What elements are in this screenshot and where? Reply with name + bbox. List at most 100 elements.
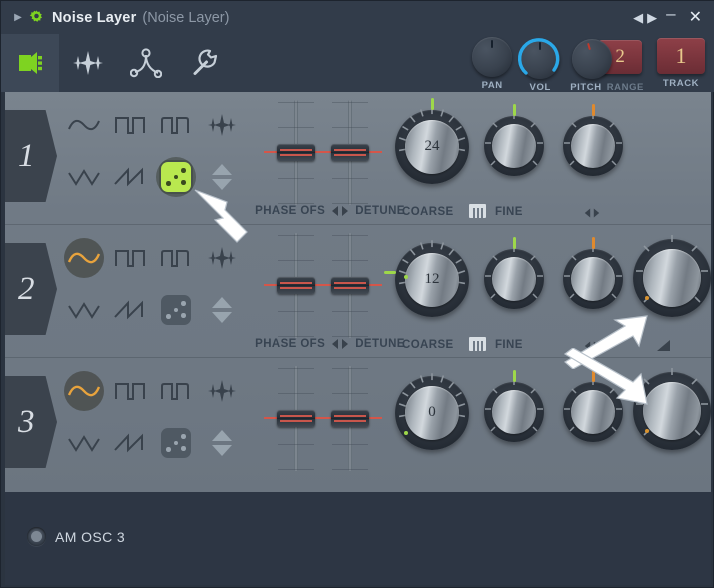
close-button[interactable]: ✕ <box>683 9 706 26</box>
pan-icon <box>584 341 600 351</box>
dice-icon[interactable] <box>161 295 191 325</box>
waveform-square-2[interactable] <box>107 235 153 281</box>
pitch-knob[interactable] <box>572 39 613 79</box>
nav-next-button[interactable]: ▶ <box>645 11 659 24</box>
slider-handle[interactable] <box>331 144 369 161</box>
am-osc3-toggle[interactable]: AM OSC 3 <box>27 527 125 546</box>
coarse-value: 24 <box>424 138 440 154</box>
waveform-pulse-3[interactable] <box>153 368 199 414</box>
detune-slider-1[interactable] <box>318 100 382 205</box>
phase-ofs-slider-1[interactable] <box>264 100 328 205</box>
waveform-saw-2[interactable] <box>107 287 153 333</box>
window-title: Noise Layer <box>52 9 137 26</box>
slider-handle[interactable] <box>277 144 315 161</box>
waveform-noise-1[interactable] <box>199 102 245 148</box>
waveform-pulse-2[interactable] <box>153 235 199 281</box>
pitch-range-control[interactable]: 2 PITCH RANGE <box>570 37 644 93</box>
detune-slider-2[interactable] <box>318 233 382 338</box>
plug-icon[interactable] <box>1 34 59 92</box>
phase-ofs-slider-2[interactable] <box>264 233 328 338</box>
coarse-knob-3[interactable]: 0 <box>395 373 469 450</box>
fine-indicator <box>512 370 516 382</box>
waveform-noise-2[interactable] <box>199 235 245 281</box>
osc-number-tab: 2 <box>5 243 57 335</box>
dice-icon[interactable] <box>161 428 191 458</box>
waveform-saw-1[interactable] <box>107 154 153 200</box>
waveform-random-dice-1[interactable] <box>153 154 199 200</box>
waveform-sine-1[interactable] <box>61 102 107 148</box>
osc-number: 2 <box>18 270 35 307</box>
osc-number-tab: 1 <box>5 110 57 202</box>
track-value-box[interactable]: 1 <box>657 38 705 74</box>
phase-ofs-slider-3[interactable] <box>264 366 328 471</box>
osc-number-tab: 3 <box>5 376 57 468</box>
fine-knob-3[interactable] <box>484 370 544 442</box>
vol-control[interactable]: VOL <box>518 37 561 93</box>
keyboard-icon[interactable] <box>469 204 486 218</box>
track-label: TRACK <box>662 78 700 89</box>
waveform-random-dice-2[interactable] <box>153 287 199 333</box>
slider-handle[interactable] <box>331 277 369 294</box>
volume-led <box>645 296 649 300</box>
fine-knob-1[interactable] <box>484 104 544 176</box>
gear-icon[interactable] <box>29 10 44 25</box>
oscillator-panel: 1 PHASE OFS DETUNE 24 COARSE FINE 2 PHAS… <box>5 92 711 492</box>
waveform-random-dice-3[interactable] <box>153 420 199 466</box>
coarse-indicator <box>384 271 396 274</box>
slider-handle[interactable] <box>277 277 315 294</box>
envelope-icon[interactable] <box>117 34 175 92</box>
am-led-icon[interactable] <box>27 527 46 546</box>
window-subtitle: (Noise Layer) <box>142 9 230 26</box>
pan-knob[interactable] <box>472 37 513 77</box>
coarse-knob-2[interactable]: 12 <box>384 240 469 317</box>
title-bar: ▶ Noise Layer (Noise Layer) ◀ ▶ – ✕ <box>1 1 714 34</box>
pan-control[interactable]: PAN <box>472 37 513 91</box>
osc-stepper-2[interactable] <box>199 287 245 333</box>
slider-handle[interactable] <box>277 410 315 427</box>
osc-stepper-1[interactable] <box>199 154 245 200</box>
fine-knob-2[interactable] <box>484 237 544 309</box>
coarse-indicator <box>430 98 434 110</box>
waveform-square-1[interactable] <box>107 102 153 148</box>
waveform-sine-3[interactable] <box>61 368 107 414</box>
waveform-icon[interactable] <box>59 34 117 92</box>
volume-knob-2[interactable] <box>633 235 711 317</box>
waveform-noise-3[interactable] <box>199 368 245 414</box>
osc-stepper-3[interactable] <box>199 420 245 466</box>
wrench-icon[interactable] <box>175 34 233 92</box>
track-control[interactable]: 1 TRACK <box>657 37 705 89</box>
waveform-square-3[interactable] <box>107 368 153 414</box>
waveform-triangle-3[interactable] <box>61 420 107 466</box>
vol-knob[interactable] <box>518 38 561 79</box>
waveform-triangle-1[interactable] <box>61 154 107 200</box>
waveform-saw-3[interactable] <box>107 420 153 466</box>
pan-indicator <box>591 370 595 382</box>
phase-ofs-label: PHASE OFS <box>255 205 326 217</box>
keyboard-icon[interactable] <box>469 337 486 351</box>
dice-icon[interactable] <box>161 162 191 192</box>
nav-prev-button[interactable]: ◀ <box>631 11 645 24</box>
pan-knob-2[interactable] <box>563 237 623 309</box>
fine-indicator <box>512 237 516 249</box>
pan-indicator <box>591 104 595 116</box>
minimize-button[interactable]: – <box>659 5 682 22</box>
fine-indicator <box>512 104 516 116</box>
oscillator-row-2: 2 PHASE OFS DETUNE 12 COARSE FINE <box>5 225 711 358</box>
waveform-pulse-1[interactable] <box>153 102 199 148</box>
fine-label: FINE <box>495 206 523 218</box>
waveform-triangle-2[interactable] <box>61 287 107 333</box>
volume-knob-3[interactable] <box>633 368 711 450</box>
pan-knob-1[interactable] <box>563 104 623 176</box>
pan-knob-3[interactable] <box>563 370 623 442</box>
detune-slider-3[interactable] <box>318 366 382 471</box>
coarse-label: COARSE <box>402 206 454 218</box>
oscillator-row-3: 3 0 <box>5 358 711 491</box>
pan-icon <box>584 208 600 218</box>
waveform-sine-2[interactable] <box>61 235 107 281</box>
am-osc3-label: AM OSC 3 <box>55 528 126 545</box>
coarse-knob-1[interactable]: 24 <box>395 98 469 184</box>
global-controls: PAN VOL 2 PITCH RANGE 1 TRACK <box>470 37 705 93</box>
expander-icon[interactable]: ▶ <box>9 12 27 23</box>
fine-label: FINE <box>495 339 523 351</box>
slider-handle[interactable] <box>331 410 369 427</box>
